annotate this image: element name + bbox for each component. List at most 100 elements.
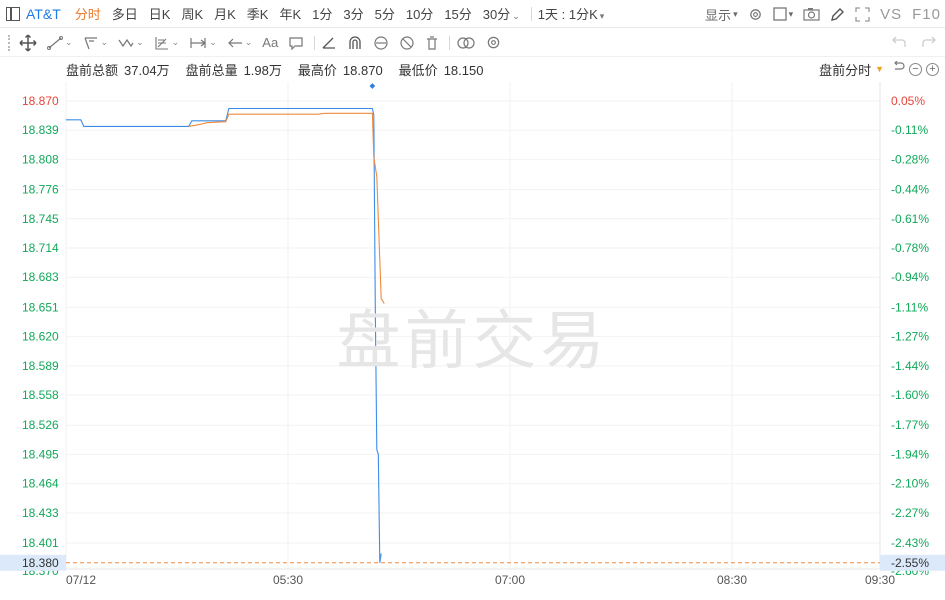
pct-tick-label: -0.28%	[891, 152, 929, 166]
symbol-name[interactable]: AT&T	[26, 6, 61, 22]
low-price: 最低价 18.150	[398, 62, 484, 78]
x-tick-label: 07:00	[495, 573, 525, 587]
lock-drawing-icon[interactable]	[373, 35, 389, 50]
chart-mode-selector[interactable]: 盘前分时	[819, 60, 871, 79]
display-menu[interactable]: 显示 ▾	[705, 5, 738, 24]
divider	[314, 35, 316, 50]
pct-tick-label: -0.11%	[891, 123, 928, 137]
undo-redo	[891, 29, 937, 57]
pct-tick-label: -1.60%	[891, 388, 929, 402]
x-tick-label: 08:30	[717, 573, 747, 587]
pct-tick-label: -1.77%	[891, 418, 929, 432]
y-tick-label: 18.401	[22, 536, 59, 550]
camera-icon[interactable]	[803, 7, 820, 21]
f10-button[interactable]: F10	[912, 6, 941, 23]
zoom-out-icon[interactable]: −	[909, 62, 922, 76]
current-price-label: 18.380	[22, 556, 59, 570]
y-tick-label: 18.839	[22, 123, 59, 137]
redo-icon[interactable]	[921, 36, 937, 51]
period-tab[interactable]: 周K	[181, 4, 203, 23]
right-tools: 显示 ▾ ▾ VS F10	[695, 0, 945, 28]
drawing-settings-icon[interactable]	[486, 35, 501, 50]
pct-tick-label: -2.27%	[891, 506, 929, 520]
pct-tick-label: -0.78%	[891, 241, 929, 255]
y-tick-label: 18.745	[22, 212, 59, 226]
divider	[449, 35, 451, 50]
event-marker	[369, 83, 376, 89]
drag-handle[interactable]	[8, 34, 11, 51]
period-tab[interactable]: 3分	[343, 4, 363, 23]
y-tick-label: 18.464	[22, 477, 59, 491]
measure-icon[interactable]: ⌄	[189, 36, 217, 50]
y-tick-label: 18.808	[22, 152, 59, 166]
pct-tick-label: -0.44%	[891, 183, 929, 197]
period-tab[interactable]: 月K	[214, 4, 236, 23]
pct-tick-label: -0.94%	[891, 270, 929, 284]
period-tab[interactable]: 5分	[375, 4, 395, 23]
premarket-volume: 盘前总量 1.98万	[185, 62, 282, 78]
channel-icon[interactable]: ⌄	[83, 36, 108, 50]
y-tick-label: 18.620	[22, 330, 59, 344]
pct-tick-label: -0.61%	[891, 212, 929, 226]
current-pct-label: -2.55%	[891, 556, 929, 570]
pen-icon[interactable]	[830, 7, 845, 22]
undo-icon[interactable]	[891, 36, 907, 51]
period-tab[interactable]: 10分	[406, 4, 433, 23]
y-tick-label: 18.870	[22, 94, 59, 108]
vs-button[interactable]: VS	[880, 6, 902, 23]
chart-mode-area: 盘前分时 ▼ − +	[819, 58, 939, 80]
y-tick-label: 18.526	[22, 418, 59, 432]
high-price: 最高价 18.870	[297, 62, 383, 78]
y-tick-label: 18.776	[22, 183, 59, 197]
price-chart[interactable]: 18.870 0.05% 18.839 -0.11% 18.808 -0.28% 18.77…	[0, 82, 945, 592]
x-tick-label: 05:30	[273, 573, 303, 587]
pct-tick-label: 0.05%	[891, 94, 925, 108]
move-icon[interactable]	[19, 33, 37, 52]
period-tab[interactable]: 年K	[279, 4, 301, 23]
pct-tick-label: -1.44%	[891, 359, 929, 373]
period-tab[interactable]: 日K	[149, 4, 171, 23]
period-tab[interactable]: 季K	[247, 4, 269, 23]
combo-selector[interactable]: 1天 : 1分K ▾	[538, 4, 605, 23]
angle-icon[interactable]	[321, 36, 337, 50]
period-tabs: 分时 多日 日K 周K 月K 季K 年K 1分 3分 5分 10分 15分 30分 ⌄	[75, 4, 531, 23]
pct-tick-label: -2.10%	[891, 477, 929, 491]
pct-tick-label: -1.94%	[891, 447, 929, 461]
reset-icon[interactable]	[892, 60, 905, 77]
y-tick-label: 18.558	[22, 388, 59, 402]
pct-tick-label: -1.11%	[891, 300, 928, 314]
sidebar-toggle-icon[interactable]	[6, 6, 20, 21]
y-tick-label: 18.433	[22, 506, 59, 520]
drawing-toolbar: ⌄ ⌄ ⌄ ⌄ ⌄ ⌄ Aa	[0, 29, 945, 57]
note-icon[interactable]	[288, 36, 304, 50]
magnet-icon[interactable]	[347, 35, 363, 50]
period-tab[interactable]: 1分	[312, 4, 332, 23]
average-line	[188, 112, 385, 304]
fullscreen-icon[interactable]	[855, 6, 870, 22]
color-box-icon[interactable]: ▾	[772, 6, 793, 22]
zoom-in-icon[interactable]: +	[926, 62, 939, 76]
premarket-amount: 盘前总额 37.04万	[66, 62, 170, 78]
period-tab[interactable]: 30分 ⌄	[483, 4, 520, 23]
pct-tick-label: -1.27%	[891, 330, 929, 344]
divider	[530, 6, 532, 21]
y-tick-label: 18.714	[22, 241, 59, 255]
chevron-down-icon[interactable]: ▼	[875, 64, 884, 74]
arrow-left-icon[interactable]: ⌄	[227, 36, 252, 50]
y-tick-label: 18.651	[22, 300, 59, 314]
top-toolbar: AT&T 分时 多日 日K 周K 月K 季K 年K 1分 3分 5分 10分 15分 30分 ⌄ 1天 :…	[0, 0, 945, 28]
trendline-icon[interactable]: ⌄	[47, 35, 73, 50]
period-tab[interactable]: 15分	[444, 4, 471, 23]
price-line	[66, 107, 382, 563]
wave-icon[interactable]: ⌄	[118, 36, 144, 50]
fibonacci-icon[interactable]: ⌄	[154, 36, 179, 50]
period-tab[interactable]: 多日	[112, 4, 138, 23]
hide-drawing-icon[interactable]	[399, 35, 415, 50]
trash-icon[interactable]	[425, 35, 439, 50]
compare-icon[interactable]	[456, 36, 476, 50]
settings-icon[interactable]	[748, 7, 763, 22]
text-tool-icon[interactable]: Aa	[262, 35, 278, 50]
y-tick-label: 18.495	[22, 447, 59, 461]
pct-tick-label: -2.43%	[891, 536, 929, 550]
period-tab[interactable]: 分时	[75, 4, 101, 23]
